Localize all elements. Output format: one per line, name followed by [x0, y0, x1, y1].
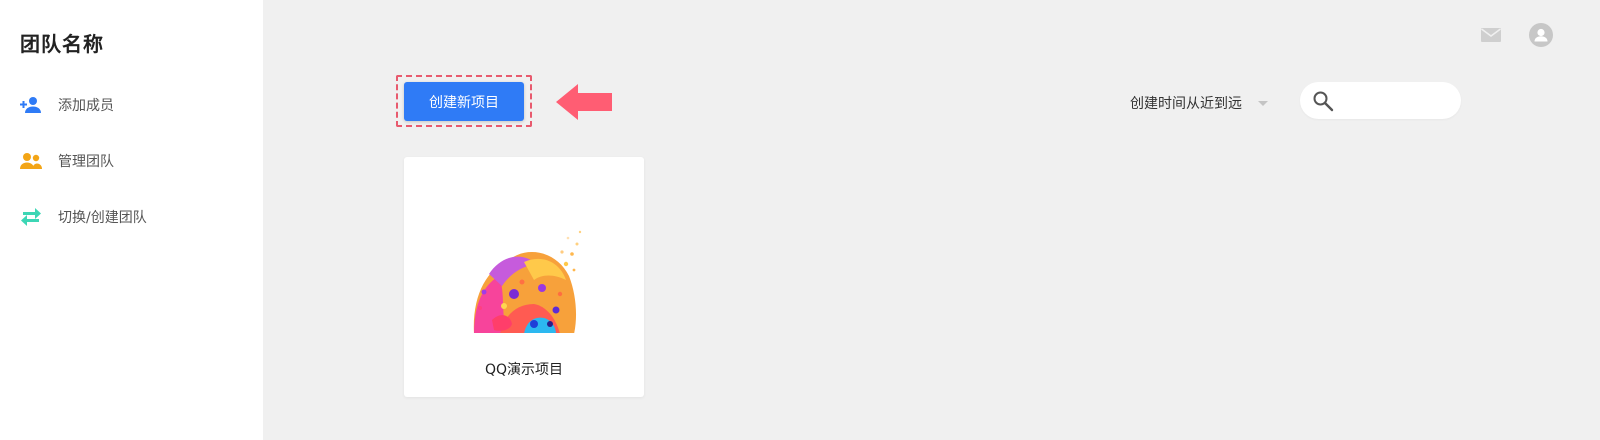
swap-icon	[20, 206, 42, 228]
search-input[interactable]	[1340, 85, 1450, 116]
project-thumbnail	[464, 224, 584, 334]
sidebar-item-switch-team[interactable]: 切换/创建团队	[20, 205, 147, 229]
team-name: 团队名称	[20, 32, 104, 56]
team-icon	[20, 150, 42, 172]
sort-dropdown[interactable]: 创建时间从近到远	[1130, 92, 1268, 114]
mail-icon[interactable]	[1480, 24, 1502, 46]
search-box[interactable]	[1300, 82, 1461, 119]
sort-label: 创建时间从近到远	[1130, 96, 1242, 112]
add-user-icon	[20, 94, 42, 116]
project-card[interactable]: QQ演示项目	[404, 157, 644, 397]
sidebar: 团队名称 添加成员 管理团队 切换/创建团队	[0, 0, 263, 440]
pointer-arrow-icon	[556, 84, 612, 120]
create-project-button[interactable]: 创建新项目	[404, 82, 524, 121]
search-icon	[1312, 90, 1334, 112]
chevron-down-icon	[1258, 100, 1268, 106]
sidebar-item-label: 添加成员	[58, 98, 114, 114]
project-name: QQ演示项目	[484, 362, 564, 378]
sidebar-item-label: 切换/创建团队	[58, 210, 147, 226]
sidebar-item-manage-team[interactable]: 管理团队	[20, 149, 114, 173]
user-avatar-icon[interactable]	[1529, 23, 1553, 47]
sidebar-item-label: 管理团队	[58, 154, 114, 170]
sidebar-item-add-member[interactable]: 添加成员	[20, 93, 114, 117]
